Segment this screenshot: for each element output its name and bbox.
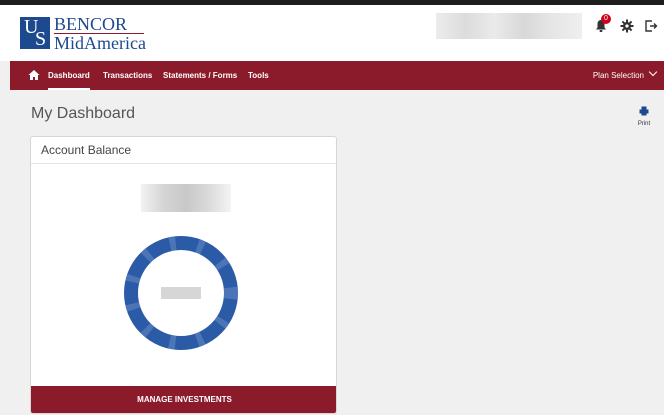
main-nav: Dashboard Transactions Statements / Form… [10,61,664,90]
logo-text-bencor: BENCOR [54,14,128,34]
printer-icon [639,106,649,116]
nav-dashboard[interactable]: Dashboard [48,61,90,90]
account-balance-card: Account Balance MANAGE INVESTMENTS [30,136,337,414]
nav-tools[interactable]: Tools [248,61,269,90]
plan-selection-dropdown[interactable]: Plan Selection [592,61,658,90]
nav-transactions[interactable]: Transactions [103,61,152,90]
page-title: My Dashboard [31,105,136,122]
print-button[interactable]: Print [634,103,654,127]
notification-badge: 0 [601,14,611,24]
manage-investments-button[interactable]: MANAGE INVESTMENTS [31,386,336,413]
home-icon[interactable] [28,69,40,81]
logout-icon[interactable] [644,19,658,33]
chevron-down-icon [648,67,658,77]
header: U S BENCOR MidAmerica 0 [0,5,664,61]
plan-selection-label: Plan Selection [592,71,644,80]
bencor-logo[interactable]: U S BENCOR MidAmerica [20,14,146,53]
logo-s: S [35,28,47,50]
us-logo-mark: U S [20,16,50,50]
logo-text-midamerica: MidAmerica [54,33,146,53]
gear-icon[interactable] [620,19,634,33]
balance-amount-redacted [141,184,231,212]
nav-statements-forms[interactable]: Statements / Forms [163,61,237,90]
card-title: Account Balance [31,137,336,164]
print-label: Print [637,121,651,127]
allocation-donut-chart [124,236,238,350]
user-name-redacted [436,13,582,39]
